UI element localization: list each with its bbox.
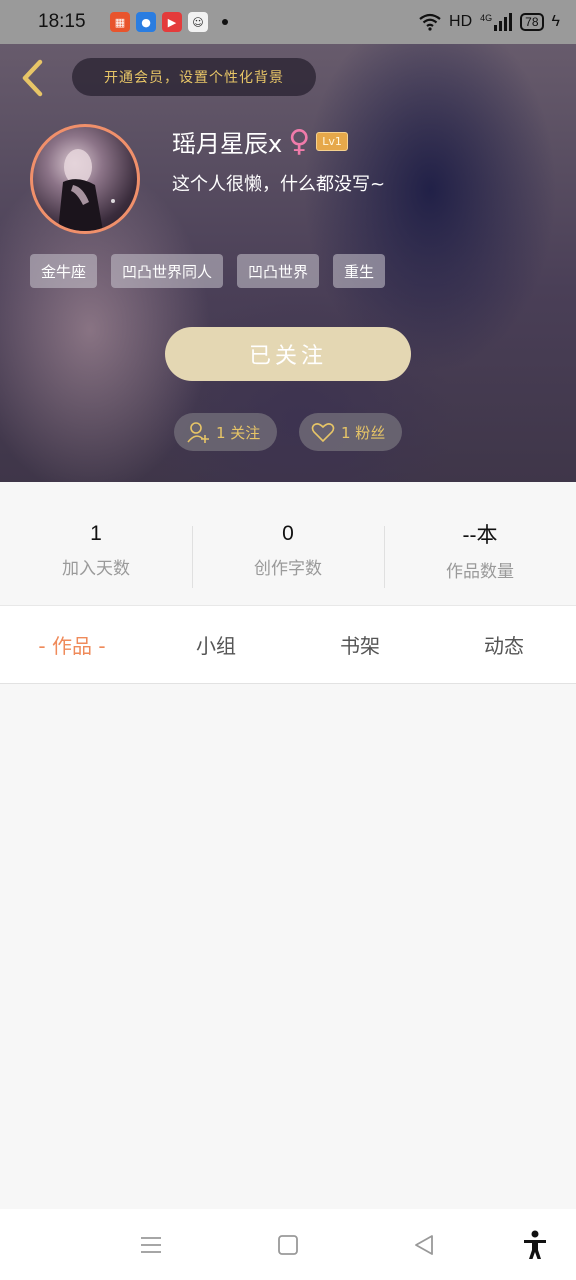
app-notification-icon: ▦ xyxy=(110,12,130,32)
recent-apps-button[interactable] xyxy=(137,1231,165,1259)
wifi-icon xyxy=(419,13,441,31)
add-user-icon xyxy=(187,422,209,443)
follow-counts: 1 关注 1 粉丝 xyxy=(174,413,402,451)
followers-count: 1 粉丝 xyxy=(341,423,386,442)
following-count: 1 关注 xyxy=(216,423,261,442)
accessibility-button[interactable] xyxy=(521,1230,549,1259)
network-type: HD xyxy=(449,13,473,30)
tab-groups[interactable]: 小组 xyxy=(144,606,288,683)
back-button[interactable] xyxy=(14,56,50,100)
back-nav-button[interactable] xyxy=(410,1231,438,1259)
app-notification-icon: ● xyxy=(136,12,156,32)
tab-works[interactable]: - 作品 - xyxy=(0,606,144,683)
username: 瑶月星辰x xyxy=(172,130,283,158)
username-row: 瑶月星辰x ♀ Lv1 xyxy=(172,124,348,159)
profile-tabs: - 作品 - 小组 书架 动态 xyxy=(0,606,576,684)
battery-icon: 78 xyxy=(520,13,544,31)
square-icon xyxy=(278,1235,298,1255)
tag-genre[interactable]: 重生 xyxy=(333,254,386,288)
vip-banner[interactable]: 开通会员，设置个性化背景 xyxy=(72,58,316,96)
female-gender-icon: ♀ xyxy=(288,123,311,159)
stat-value: 1 xyxy=(90,522,102,545)
stat-works-count: --本 作品数量 xyxy=(384,482,576,605)
heart-icon xyxy=(311,423,335,443)
triangle-back-icon xyxy=(415,1235,433,1255)
system-navigation-bar xyxy=(0,1209,576,1280)
home-button[interactable] xyxy=(274,1231,302,1259)
stat-label: 加入天数 xyxy=(62,559,130,579)
chevron-left-icon xyxy=(22,59,43,97)
avatar[interactable] xyxy=(30,124,140,234)
qq-notification-icon: ☺ xyxy=(188,12,208,32)
status-bar: 18:15 ▦ ● ▶ ☺ HD 4G 78 ϟ xyxy=(0,0,576,44)
tag-fandom[interactable]: 凹凸世界 xyxy=(237,254,320,288)
followed-button[interactable]: 已关注 xyxy=(165,327,411,381)
avatar-image xyxy=(58,149,115,231)
following-count-button[interactable]: 1 关注 xyxy=(174,413,277,451)
status-time: 18:15 xyxy=(38,11,86,32)
tag-fanwork[interactable]: 凹凸世界同人 xyxy=(111,254,224,288)
tag-list: 金牛座 凹凸世界同人 凹凸世界 重生 xyxy=(30,254,386,288)
followers-count-button[interactable]: 1 粉丝 xyxy=(299,413,402,451)
bio: 这个人很懒，什么都没写~ xyxy=(172,174,386,195)
stat-days-joined: 1 加入天数 xyxy=(0,482,192,605)
stat-label: 创作字数 xyxy=(254,559,322,579)
tab-bookshelf[interactable]: 书架 xyxy=(288,606,432,683)
stat-value: 0 xyxy=(282,522,294,545)
stat-value: --本 xyxy=(462,524,498,547)
status-right: HD 4G 78 ϟ xyxy=(419,13,560,31)
stat-words-written: 0 创作字数 xyxy=(192,482,384,605)
video-notification-icon: ▶ xyxy=(162,12,182,32)
level-badge: Lv1 xyxy=(316,132,348,151)
stat-label: 作品数量 xyxy=(446,562,514,582)
tag-zodiac[interactable]: 金牛座 xyxy=(30,254,98,288)
signal-icon: 4G xyxy=(480,13,513,31)
menu-icon xyxy=(141,1237,161,1253)
stats-row: 1 加入天数 0 创作字数 --本 作品数量 xyxy=(0,482,576,606)
accessibility-icon xyxy=(524,1230,546,1259)
more-notifications-icon xyxy=(222,19,228,25)
charging-icon: ϟ xyxy=(551,13,560,30)
notification-icons: ▦ ● ▶ ☺ xyxy=(110,12,228,32)
tab-activity[interactable]: 动态 xyxy=(432,606,576,683)
tab-content-area xyxy=(0,685,576,1209)
